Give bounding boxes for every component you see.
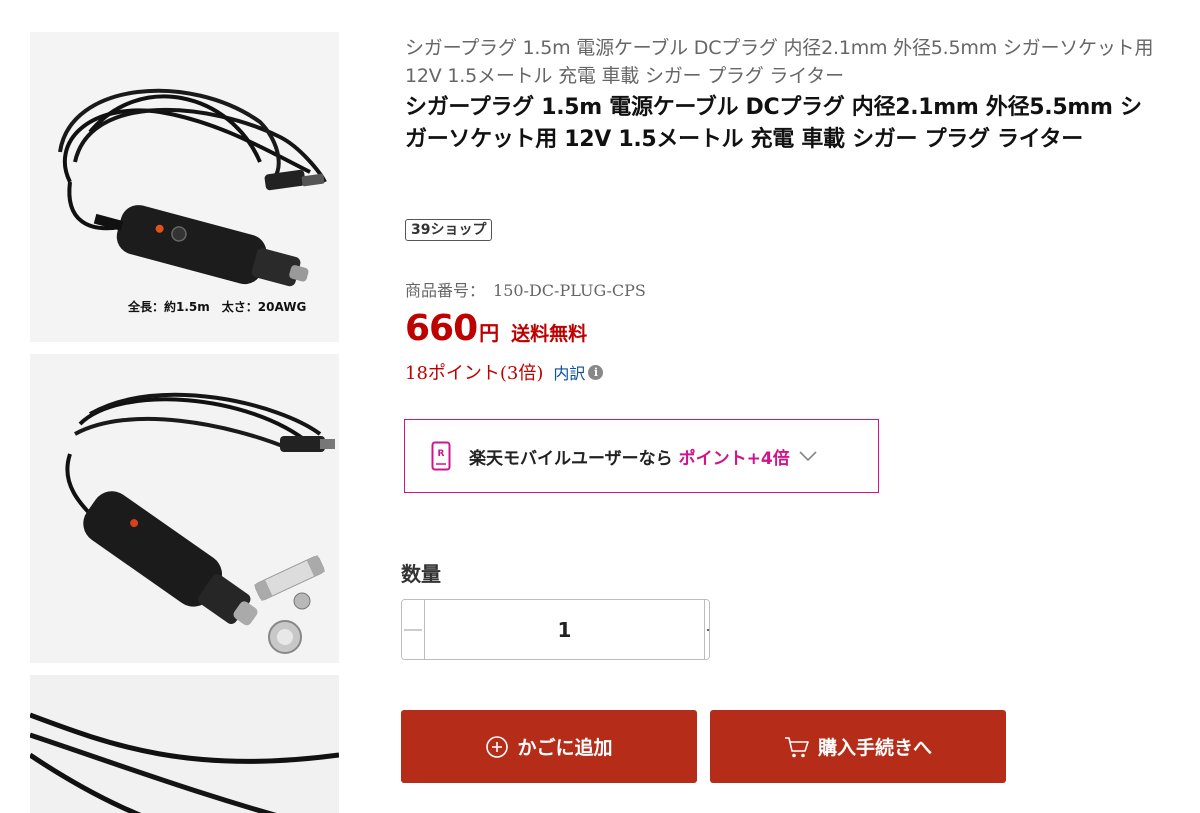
mobile-offer-highlight: ポイント+4倍 <box>678 448 790 469</box>
free-shipping-label: 送料無料 <box>511 323 588 345</box>
chevron-down-icon <box>799 451 817 462</box>
add-to-cart-button[interactable]: かごに追加 <box>401 710 697 783</box>
price-row: 660 円 送料無料 <box>405 308 587 349</box>
cigar-plug-cable-image: 全長：約1.5m 太さ：20AWG <box>30 32 339 342</box>
price-value: 660 <box>405 308 478 349</box>
rakuten-mobile-icon: R <box>431 441 451 471</box>
checkout-label: 購入手続きへ <box>817 737 932 759</box>
product-subtitle: シガープラグ 1.5m 電源ケーブル DCプラグ 内径2.1mm 外径5.5mm… <box>405 37 1154 87</box>
rakuten-mobile-offer[interactable]: R 楽天モバイルユーザーなら ポイント+4倍 <box>404 419 879 493</box>
product-title: シガープラグ 1.5m 電源ケーブル DCプラグ 内径2.1mm 外径5.5mm… <box>405 95 1142 152</box>
quantity-input[interactable] <box>425 600 704 659</box>
cable-closeup-image <box>30 675 339 813</box>
add-to-cart-label: かごに追加 <box>517 737 613 759</box>
points-value: 18ポイント(3倍) <box>405 363 544 384</box>
mobile-offer-text: 楽天モバイルユーザーなら <box>469 448 673 469</box>
checkout-button[interactable]: 購入手続きへ <box>710 710 1006 783</box>
quantity-stepper <box>401 599 710 660</box>
quantity-label: 数量 <box>401 562 441 586</box>
cigar-plug-with-fuses-image <box>30 354 339 663</box>
price-unit: 円 <box>479 321 500 345</box>
cart-icon <box>784 736 809 757</box>
gallery-image-caption: 全長：約1.5m 太さ：20AWG <box>127 299 306 314</box>
product-image-1[interactable]: 全長：約1.5m 太さ：20AWG <box>30 32 339 342</box>
plus-circle-icon <box>486 735 509 758</box>
quantity-increase-button[interactable] <box>704 600 709 659</box>
sku-value: 150-DC-PLUG-CPS <box>493 281 646 300</box>
minus-icon <box>404 628 422 631</box>
points-row: 18ポイント(3倍) 内訳 i <box>405 359 604 385</box>
product-image-2[interactable] <box>30 354 339 663</box>
points-breakdown-link[interactable]: 内訳 <box>553 360 585 384</box>
product-image-3[interactable] <box>30 675 339 813</box>
quantity-decrease-button[interactable] <box>402 600 425 659</box>
svg-text:R: R <box>438 449 445 459</box>
plus-icon <box>707 628 709 631</box>
info-icon[interactable]: i <box>588 364 604 380</box>
product-sku: 商品番号： 150-DC-PLUG-CPS <box>405 277 646 301</box>
shop-badge[interactable]: 39ショップ <box>405 219 493 241</box>
sku-label: 商品番号： <box>405 281 486 300</box>
